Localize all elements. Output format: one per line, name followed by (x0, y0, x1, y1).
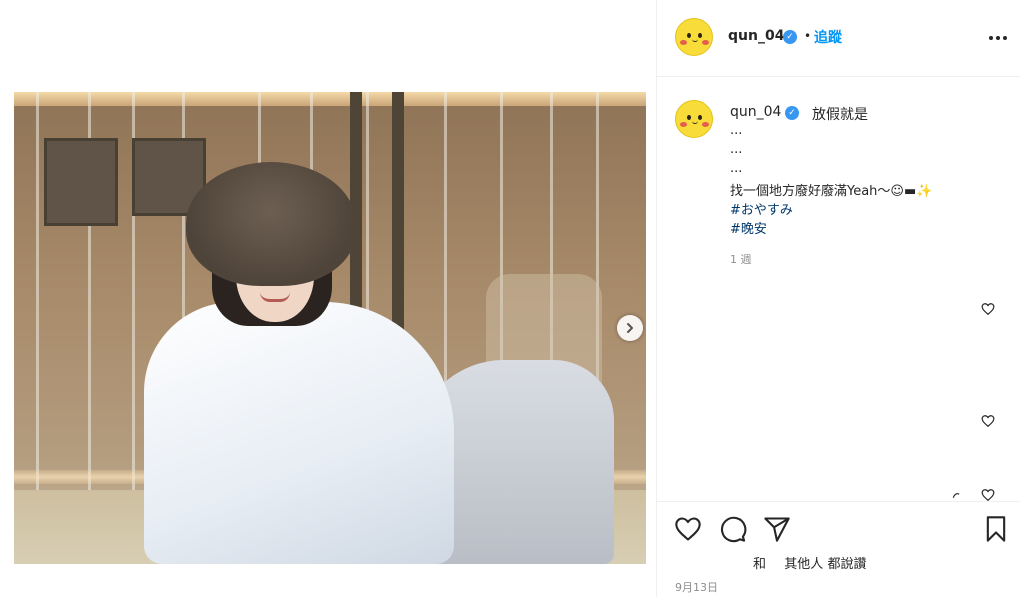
post-side-panel: qun_04 ✓ • 追蹤 qun_04 ✓ 放假就是 ... ... ... … (656, 0, 1020, 597)
heart-icon[interactable] (674, 515, 702, 543)
chevron-right-icon (627, 323, 633, 333)
hashtag-link[interactable]: #晚安 (730, 218, 767, 237)
post-media-area (0, 0, 656, 597)
emoji-icon[interactable] (951, 486, 965, 500)
verified-badge-icon: ✓ (783, 30, 797, 44)
more-options-icon (989, 36, 993, 40)
verified-badge-icon: ✓ (785, 106, 799, 120)
comment-like-heart-icon[interactable] (981, 414, 995, 428)
caption-line: ... (730, 161, 743, 176)
bookmark-icon[interactable] (982, 515, 1010, 543)
wall-picture (44, 138, 118, 226)
caption-username[interactable]: qun_04 (730, 104, 781, 120)
avatar[interactable] (675, 18, 713, 56)
post-header: qun_04 ✓ • 追蹤 (657, 0, 1020, 77)
post-photo[interactable] (14, 92, 646, 564)
share-icon[interactable] (763, 515, 791, 543)
likes-summary: 和 其他人 都說讚 (753, 553, 866, 572)
caption-time-ago[interactable]: 1 週 (730, 251, 752, 267)
caption-line: 找一個地方廢好廢滿Yeah～☺︎▬✨ (730, 184, 933, 199)
follow-button[interactable]: 追蹤 (814, 27, 842, 47)
likes-prefix: 和 (753, 557, 767, 572)
more-options-button[interactable] (989, 28, 1009, 48)
caption-avatar[interactable] (675, 100, 713, 138)
instagram-post: qun_04 ✓ • 追蹤 qun_04 ✓ 放假就是 ... ... ... … (0, 0, 1020, 597)
next-photo-button[interactable] (617, 315, 643, 341)
likes-others-link[interactable]: 其他人 (784, 557, 823, 572)
caption-line: ... (730, 123, 743, 138)
likes-suffix: 都說讚 (827, 557, 867, 572)
caption-first-line: 放假就是 (812, 107, 868, 123)
post-date[interactable]: 9月13日 (675, 579, 718, 595)
person-hat (186, 162, 356, 286)
header-username[interactable]: qun_04 (728, 28, 784, 44)
post-actions-bar: 和 其他人 都說讚 9月13日 (657, 501, 1020, 597)
hashtag-link[interactable]: #おやすみ (730, 199, 793, 218)
caption-like-heart-icon[interactable] (981, 302, 995, 316)
caption-line: ... (730, 142, 743, 157)
comment-icon[interactable] (719, 515, 747, 543)
person-shirt (144, 302, 454, 564)
comment-like-heart-icon[interactable] (981, 488, 995, 502)
separator-dot: • (804, 29, 812, 43)
